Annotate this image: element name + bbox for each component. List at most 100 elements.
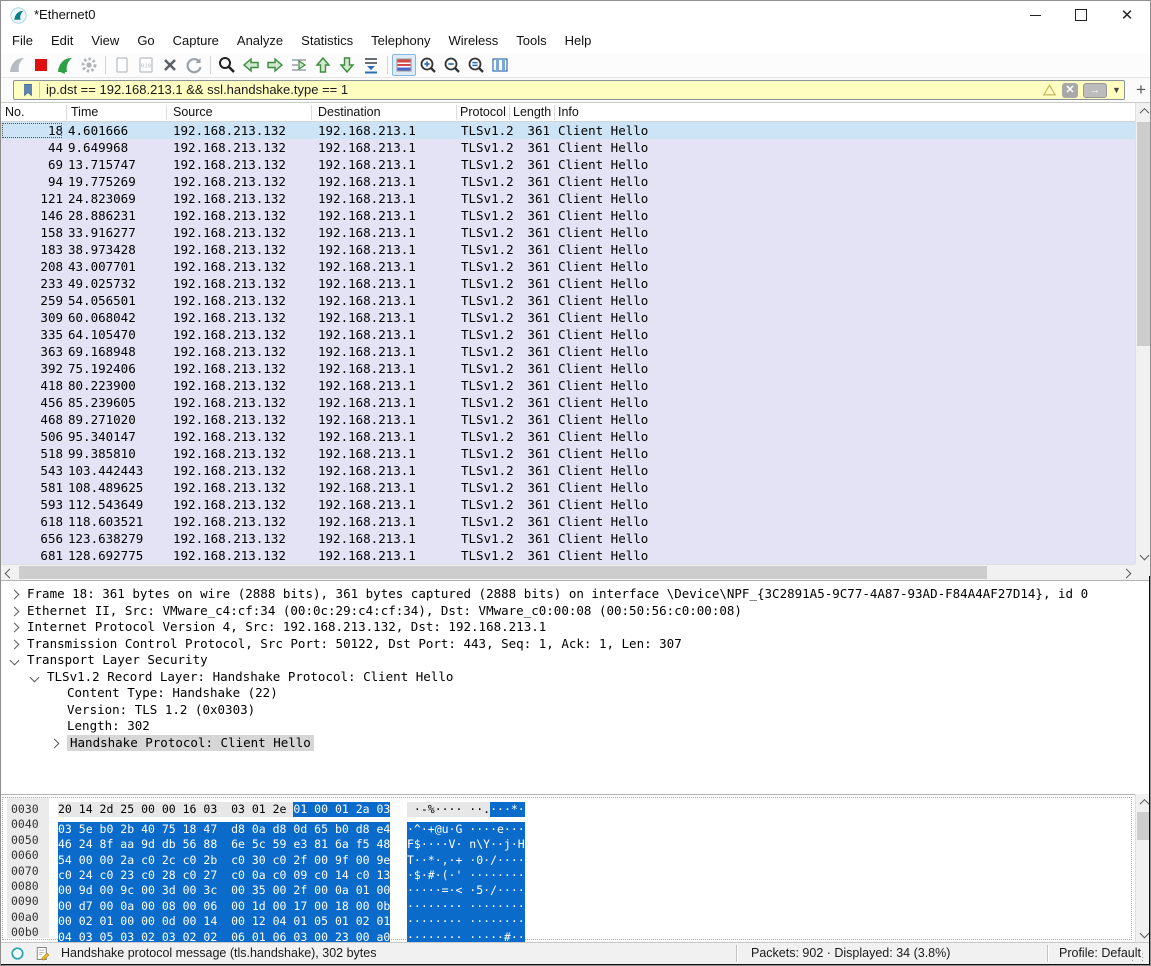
packet-list-hscrollbar[interactable] xyxy=(1,564,1135,580)
packet-row[interactable]: 581108.489625192.168.213.132192.168.213.… xyxy=(1,479,1135,496)
detail-row[interactable]: Handshake Protocol: Client Hello xyxy=(1,735,1150,752)
packet-row[interactable]: 20843.007701192.168.213.132192.168.213.1… xyxy=(1,258,1135,275)
zoom-reset-icon[interactable] xyxy=(464,54,488,76)
packet-row[interactable]: 543103.442443192.168.213.132192.168.213.… xyxy=(1,462,1135,479)
hex-bytes[interactable]: 03 5e b0 2b 40 75 18 47 d8 0a d8 0d 65 b… xyxy=(58,817,390,832)
hex-bytes[interactable]: 00 02 01 00 00 0d 00 14 00 12 04 01 05 0… xyxy=(58,910,390,925)
expand-icon[interactable] xyxy=(10,606,20,616)
maximize-button[interactable] xyxy=(1058,1,1104,29)
filter-add-button[interactable]: + xyxy=(1131,78,1151,102)
packet-row[interactable]: 449.649968192.168.213.132192.168.213.1TL… xyxy=(1,139,1135,156)
collapse-icon[interactable] xyxy=(30,672,40,682)
last-packet-icon[interactable] xyxy=(335,54,359,76)
packet-row[interactable]: 41880.223900192.168.213.132192.168.213.1… xyxy=(1,377,1135,394)
packet-row[interactable]: 618118.603521192.168.213.132192.168.213.… xyxy=(1,513,1135,530)
scrollbar-thumb[interactable] xyxy=(1137,122,1151,346)
packet-row[interactable]: 12124.823069192.168.213.132192.168.213.1… xyxy=(1,190,1135,207)
hex-row[interactable]: 008000 9d 00 9c 00 3d 00 3c 00 35 00 2f … xyxy=(3,879,1131,894)
filter-bookmark-icon[interactable] xyxy=(17,82,40,98)
detail-row[interactable]: Ethernet II, Src: VMware_c4:cf:34 (00:0c… xyxy=(1,603,1150,620)
packet-row[interactable]: 9419.775269192.168.213.132192.168.213.1T… xyxy=(1,173,1135,190)
packet-row[interactable]: 681128.692775192.168.213.132192.168.213.… xyxy=(1,547,1135,564)
hex-bytes[interactable]: 54 00 00 2a c0 2c c0 2b c0 30 c0 2f 00 9… xyxy=(58,848,390,863)
column-header-destination[interactable]: Destination xyxy=(318,103,381,122)
ascii-bytes[interactable]: ········ ········ xyxy=(407,894,525,909)
detail-row[interactable]: TLSv1.2 Record Layer: Handshake Protocol… xyxy=(1,669,1150,686)
column-header-source[interactable]: Source xyxy=(173,103,213,122)
packet-row[interactable]: 18338.973428192.168.213.132192.168.213.1… xyxy=(1,241,1135,258)
packet-row[interactable]: 14628.886231192.168.213.132192.168.213.1… xyxy=(1,207,1135,224)
expand-icon[interactable] xyxy=(10,590,20,600)
packet-row[interactable]: 6913.715747192.168.213.132192.168.213.1T… xyxy=(1,156,1135,173)
detail-row[interactable]: Transport Layer Security xyxy=(1,652,1150,669)
go-forward-icon[interactable] xyxy=(263,54,287,76)
ascii-bytes[interactable]: ········ ········ xyxy=(407,910,525,925)
column-header-length[interactable]: Length xyxy=(513,103,551,122)
filter-clear-icon[interactable]: ✕ xyxy=(1062,83,1078,98)
scroll-right-icon[interactable] xyxy=(1118,565,1134,581)
resize-grip[interactable]: ⋮⋮ xyxy=(1128,952,1148,963)
hex-bytes[interactable]: 20 14 2d 25 00 00 16 03 03 01 2e 01 00 0… xyxy=(58,802,390,817)
expand-icon[interactable] xyxy=(50,738,60,748)
first-packet-icon[interactable] xyxy=(311,54,335,76)
column-divider[interactable] xyxy=(66,105,67,120)
ascii-bytes[interactable]: F$····V· n\Y··j·H xyxy=(407,833,525,848)
menu-statistics[interactable]: Statistics xyxy=(292,29,362,53)
display-filter-input[interactable]: ip.dst == 192.168.213.1 && ssl.handshake… xyxy=(13,80,1125,100)
scroll-left-icon[interactable] xyxy=(1,565,17,581)
packet-row[interactable]: 656123.638279192.168.213.132192.168.213.… xyxy=(1,530,1135,547)
expert-info-icon[interactable] xyxy=(10,946,25,961)
menu-view[interactable]: View xyxy=(82,29,128,53)
packet-row[interactable]: 184.601666192.168.213.132192.168.213.1TL… xyxy=(1,122,1135,139)
minimize-button[interactable] xyxy=(1012,1,1058,29)
scroll-down-icon[interactable] xyxy=(1136,547,1151,563)
find-packet-icon[interactable] xyxy=(215,54,239,76)
capture-comment-icon[interactable] xyxy=(35,946,50,961)
close-button[interactable]: ✕ xyxy=(1104,1,1150,29)
hex-row[interactable]: 0070c0 24 c0 23 c0 28 c0 27 c0 0a c0 09 … xyxy=(3,864,1131,879)
hex-row[interactable]: 003020 14 2d 25 00 00 16 03 03 01 2e 01 … xyxy=(3,802,1131,817)
menu-file[interactable]: File xyxy=(3,29,42,53)
packet-list-vscrollbar[interactable] xyxy=(1135,103,1151,564)
hex-row[interactable]: 004003 5e b0 2b 40 75 18 47 d8 0a d8 0d … xyxy=(3,817,1131,832)
hex-row[interactable]: 009000 d7 00 0a 00 08 00 06 00 1d 00 17 … xyxy=(3,894,1131,909)
column-header-protocol[interactable]: Protocol xyxy=(460,103,506,122)
scrollbar-thumb[interactable] xyxy=(19,566,987,579)
ascii-bytes[interactable]: ·-%···· ··.···*· xyxy=(407,802,525,817)
packet-row[interactable]: 593112.543649192.168.213.132192.168.213.… xyxy=(1,496,1135,513)
close-file-icon[interactable] xyxy=(158,54,182,76)
hex-bytes[interactable]: 00 9d 00 9c 00 3d 00 3c 00 35 00 2f 00 0… xyxy=(58,879,390,894)
packet-row[interactable]: 33564.105470192.168.213.132192.168.213.1… xyxy=(1,326,1135,343)
reload-file-icon[interactable] xyxy=(182,54,206,76)
hex-bytes[interactable]: 04 03 05 03 02 03 02 02 06 01 06 03 00 2… xyxy=(58,925,390,940)
go-back-icon[interactable] xyxy=(239,54,263,76)
ascii-bytes[interactable]: ········ ·····#·· xyxy=(407,925,525,940)
collapse-icon[interactable] xyxy=(10,656,20,666)
resize-columns-icon[interactable] xyxy=(488,54,512,76)
menu-tools[interactable]: Tools xyxy=(507,29,555,53)
menu-capture[interactable]: Capture xyxy=(164,29,228,53)
colorize-icon[interactable] xyxy=(392,54,416,76)
menu-edit[interactable]: Edit xyxy=(42,29,82,53)
capture-start-icon[interactable] xyxy=(5,54,29,76)
column-divider[interactable] xyxy=(554,105,555,120)
detail-row[interactable]: Internet Protocol Version 4, Src: 192.16… xyxy=(1,619,1150,636)
go-to-packet-icon[interactable] xyxy=(287,54,311,76)
capture-restart-icon[interactable] xyxy=(53,54,77,76)
packet-row[interactable]: 51899.385810192.168.213.132192.168.213.1… xyxy=(1,445,1135,462)
bytes-view[interactable]: 003020 14 2d 25 00 00 16 03 03 01 2e 01 … xyxy=(3,798,1131,939)
ascii-bytes[interactable]: ·····=·< ·5·/···· xyxy=(407,879,525,894)
filter-text[interactable]: ip.dst == 192.168.213.1 && ssl.handshake… xyxy=(46,81,348,99)
ascii-bytes[interactable]: ·$·#·(·' ········ xyxy=(407,864,525,879)
packet-row[interactable]: 36369.168948192.168.213.132192.168.213.1… xyxy=(1,343,1135,360)
packet-row[interactable]: 50695.340147192.168.213.132192.168.213.1… xyxy=(1,428,1135,445)
zoom-in-icon[interactable] xyxy=(416,54,440,76)
column-divider[interactable] xyxy=(166,105,167,120)
column-header-no[interactable]: No. xyxy=(5,103,24,122)
capture-stop-icon[interactable] xyxy=(29,54,53,76)
capture-options-icon[interactable] xyxy=(77,54,101,76)
zoom-out-icon[interactable] xyxy=(440,54,464,76)
packet-row[interactable]: 15833.916277192.168.213.132192.168.213.1… xyxy=(1,224,1135,241)
hex-row[interactable]: 006054 00 00 2a c0 2c c0 2b c0 30 c0 2f … xyxy=(3,848,1131,863)
menu-help[interactable]: Help xyxy=(556,29,601,53)
